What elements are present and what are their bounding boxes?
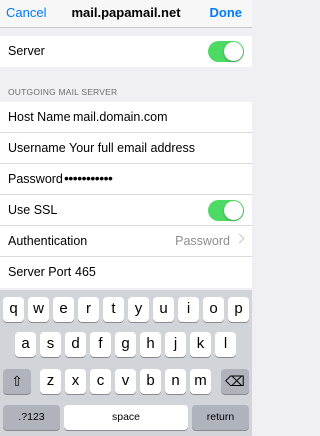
host-name-row[interactable]: Host Name mail.domain.com	[0, 102, 252, 133]
keyboard: q w e r t y u i o p a s d f g h j k l ⇧ …	[0, 290, 252, 436]
key-x[interactable]: x	[65, 369, 86, 394]
server-label: Server	[8, 44, 45, 58]
authentication-label: Authentication	[8, 234, 88, 248]
key-e[interactable]: e	[53, 297, 74, 322]
username-field[interactable]: Your full email address	[69, 141, 195, 155]
host-name-label: Host Name	[8, 110, 71, 124]
key-u[interactable]: u	[153, 297, 174, 322]
password-field[interactable]: •••••••••••	[64, 170, 113, 186]
host-name-field[interactable]: mail.domain.com	[73, 110, 167, 124]
key-p[interactable]: p	[228, 297, 249, 322]
key-v[interactable]: v	[115, 369, 136, 394]
username-row[interactable]: Username Your full email address	[0, 133, 252, 164]
use-ssl-toggle[interactable]	[208, 200, 244, 221]
server-row: Server	[0, 36, 252, 67]
password-label: Password	[8, 172, 63, 186]
chevron-right-icon	[234, 233, 245, 244]
toggle-knob	[224, 201, 243, 220]
key-g[interactable]: g	[115, 332, 136, 357]
delete-icon: ⌫	[225, 373, 245, 389]
key-m[interactable]: m	[190, 369, 211, 394]
done-button[interactable]: Done	[210, 5, 243, 20]
key-f[interactable]: f	[90, 332, 111, 357]
password-row[interactable]: Password •••••••••••	[0, 164, 252, 195]
outgoing-server-group: Host Name mail.domain.com Username Your …	[0, 102, 252, 288]
key-r[interactable]: r	[78, 297, 99, 322]
key-t[interactable]: t	[103, 297, 124, 322]
key-n[interactable]: n	[165, 369, 186, 394]
shift-key[interactable]: ⇧	[3, 369, 31, 394]
key-y[interactable]: y	[128, 297, 149, 322]
key-o[interactable]: o	[203, 297, 224, 322]
navigation-bar: Cancel mail.papamail.net Done	[0, 0, 252, 28]
key-k[interactable]: k	[190, 332, 211, 357]
return-key[interactable]: return	[192, 405, 249, 430]
key-c[interactable]: c	[90, 369, 111, 394]
key-s[interactable]: s	[40, 332, 61, 357]
space-key[interactable]: space	[64, 405, 188, 430]
numbers-key[interactable]: .?123	[3, 405, 60, 430]
server-toggle[interactable]	[208, 41, 244, 62]
authentication-row[interactable]: Authentication Password	[0, 226, 252, 257]
server-group: Server	[0, 36, 252, 67]
server-port-row[interactable]: Server Port 465	[0, 257, 252, 288]
key-j[interactable]: j	[165, 332, 186, 357]
server-port-field[interactable]: 465	[75, 265, 96, 279]
key-z[interactable]: z	[40, 369, 61, 394]
key-h[interactable]: h	[140, 332, 161, 357]
authentication-value: Password	[175, 234, 230, 248]
delete-key[interactable]: ⌫	[221, 369, 249, 394]
username-label: Username	[8, 141, 66, 155]
outgoing-section-header: OUTGOING MAIL SERVER	[8, 87, 118, 97]
key-i[interactable]: i	[178, 297, 199, 322]
key-a[interactable]: a	[15, 332, 36, 357]
key-b[interactable]: b	[140, 369, 161, 394]
key-d[interactable]: d	[65, 332, 86, 357]
key-l[interactable]: l	[215, 332, 236, 357]
key-w[interactable]: w	[28, 297, 49, 322]
shift-icon: ⇧	[11, 373, 23, 389]
use-ssl-label: Use SSL	[8, 203, 58, 217]
toggle-knob	[224, 42, 243, 61]
use-ssl-row: Use SSL	[0, 195, 252, 226]
key-q[interactable]: q	[3, 297, 24, 322]
server-port-label: Server Port	[8, 265, 72, 279]
